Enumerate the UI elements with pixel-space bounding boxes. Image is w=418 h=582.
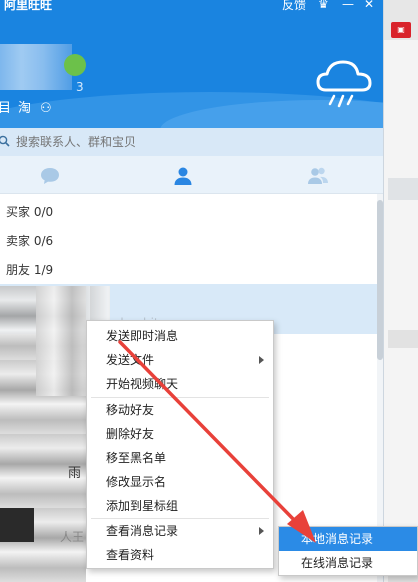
submenu-item-label: 在线消息记录 bbox=[301, 556, 374, 570]
skin-icon[interactable]: ♛ bbox=[318, 0, 329, 11]
menu-item-video-chat[interactable]: 开始视频聊天 bbox=[87, 372, 273, 396]
menu-item-send-file[interactable]: 发送文件 bbox=[87, 348, 273, 372]
contact-name-fragment: 雨 bbox=[68, 466, 82, 481]
menu-item-label: 查看资料 bbox=[106, 548, 155, 562]
submenu-item-online-history[interactable]: 在线消息记录 bbox=[279, 551, 417, 575]
menu-item-label: 修改显示名 bbox=[106, 475, 167, 489]
window-title: 阿里旺旺 bbox=[4, 0, 53, 12]
context-menu: 发送即时消息 发送文件 开始视频聊天 移动好友 删除好友 移至黑名单 修改显示名… bbox=[86, 320, 274, 569]
group-count: 0/6 bbox=[33, 234, 54, 248]
menu-item-view-profile[interactable]: 查看资料 bbox=[87, 543, 273, 567]
menu-item-label: 开始视频聊天 bbox=[106, 377, 179, 391]
group-count: 1/9 bbox=[33, 263, 54, 277]
avatar[interactable] bbox=[0, 44, 72, 90]
menu-item-label: 发送文件 bbox=[106, 353, 155, 367]
group-sellers[interactable]: 卖家 0/6 bbox=[6, 232, 53, 249]
menu-item-label: 移至黑名单 bbox=[106, 451, 167, 465]
profile-number: 3 bbox=[76, 80, 84, 94]
submenu-item-label: 本地消息记录 bbox=[301, 532, 374, 546]
groups-tab-icon[interactable] bbox=[306, 164, 330, 188]
search-icon bbox=[0, 135, 10, 147]
blurred-region bbox=[388, 330, 418, 348]
menu-item-blacklist[interactable]: 移至黑名单 bbox=[87, 446, 273, 470]
menu-icon[interactable]: 目 bbox=[0, 102, 11, 116]
group-buyers[interactable]: 买家 0/0 bbox=[6, 203, 53, 220]
menu-item-label: 查看消息记录 bbox=[106, 524, 179, 538]
group-name: 买家 bbox=[6, 205, 31, 219]
search-input[interactable] bbox=[16, 133, 356, 151]
group-name: 卖家 bbox=[6, 234, 31, 248]
group-count: 0/0 bbox=[33, 205, 54, 219]
menu-item-rename[interactable]: 修改显示名 bbox=[87, 470, 273, 494]
menu-item-label: 添加到星标组 bbox=[106, 499, 179, 513]
submenu-item-local-history[interactable]: 本地消息记录 bbox=[279, 527, 417, 551]
group-name: 朋友 bbox=[6, 263, 31, 277]
menu-item-delete-friend[interactable]: 删除好友 bbox=[87, 422, 273, 446]
taobao-icon[interactable]: 淘 bbox=[18, 102, 31, 116]
menu-item-message-history[interactable]: 查看消息记录 bbox=[87, 519, 273, 543]
menu-item-label: 移动好友 bbox=[106, 403, 155, 417]
menu-item-star-group[interactable]: 添加到星标组 bbox=[87, 494, 273, 518]
feedback-link[interactable]: 反馈 bbox=[282, 0, 306, 13]
submenu-arrow-icon bbox=[259, 527, 264, 535]
submenu-arrow-icon bbox=[259, 356, 264, 364]
close-icon[interactable]: ✕ bbox=[364, 0, 374, 11]
app-badge-icon: ▣ bbox=[391, 22, 411, 38]
weather-rain-icon[interactable] bbox=[312, 56, 376, 112]
menu-item-send-message[interactable]: 发送即时消息 bbox=[87, 324, 273, 348]
bag-icon[interactable]: ⚇ bbox=[40, 102, 52, 116]
group-friends[interactable]: 朋友 1/9 bbox=[6, 261, 53, 278]
online-status-icon[interactable] bbox=[64, 54, 86, 76]
chat-tab-icon[interactable] bbox=[38, 164, 62, 188]
scrollbar-thumb[interactable] bbox=[377, 200, 383, 360]
menu-item-label: 发送即时消息 bbox=[106, 329, 179, 343]
minimize-icon[interactable]: — bbox=[342, 0, 354, 11]
blurred-region bbox=[388, 178, 418, 200]
background-window: ▣ bbox=[384, 0, 418, 582]
menu-item-label: 删除好友 bbox=[106, 427, 155, 441]
menu-item-move-friend[interactable]: 移动好友 bbox=[87, 398, 273, 422]
contacts-tab-icon[interactable] bbox=[171, 164, 195, 188]
contact-name-fragment: 人王 bbox=[60, 530, 85, 544]
message-history-submenu: 本地消息记录 在线消息记录 bbox=[278, 526, 418, 576]
contact-avatar[interactable] bbox=[0, 508, 34, 542]
